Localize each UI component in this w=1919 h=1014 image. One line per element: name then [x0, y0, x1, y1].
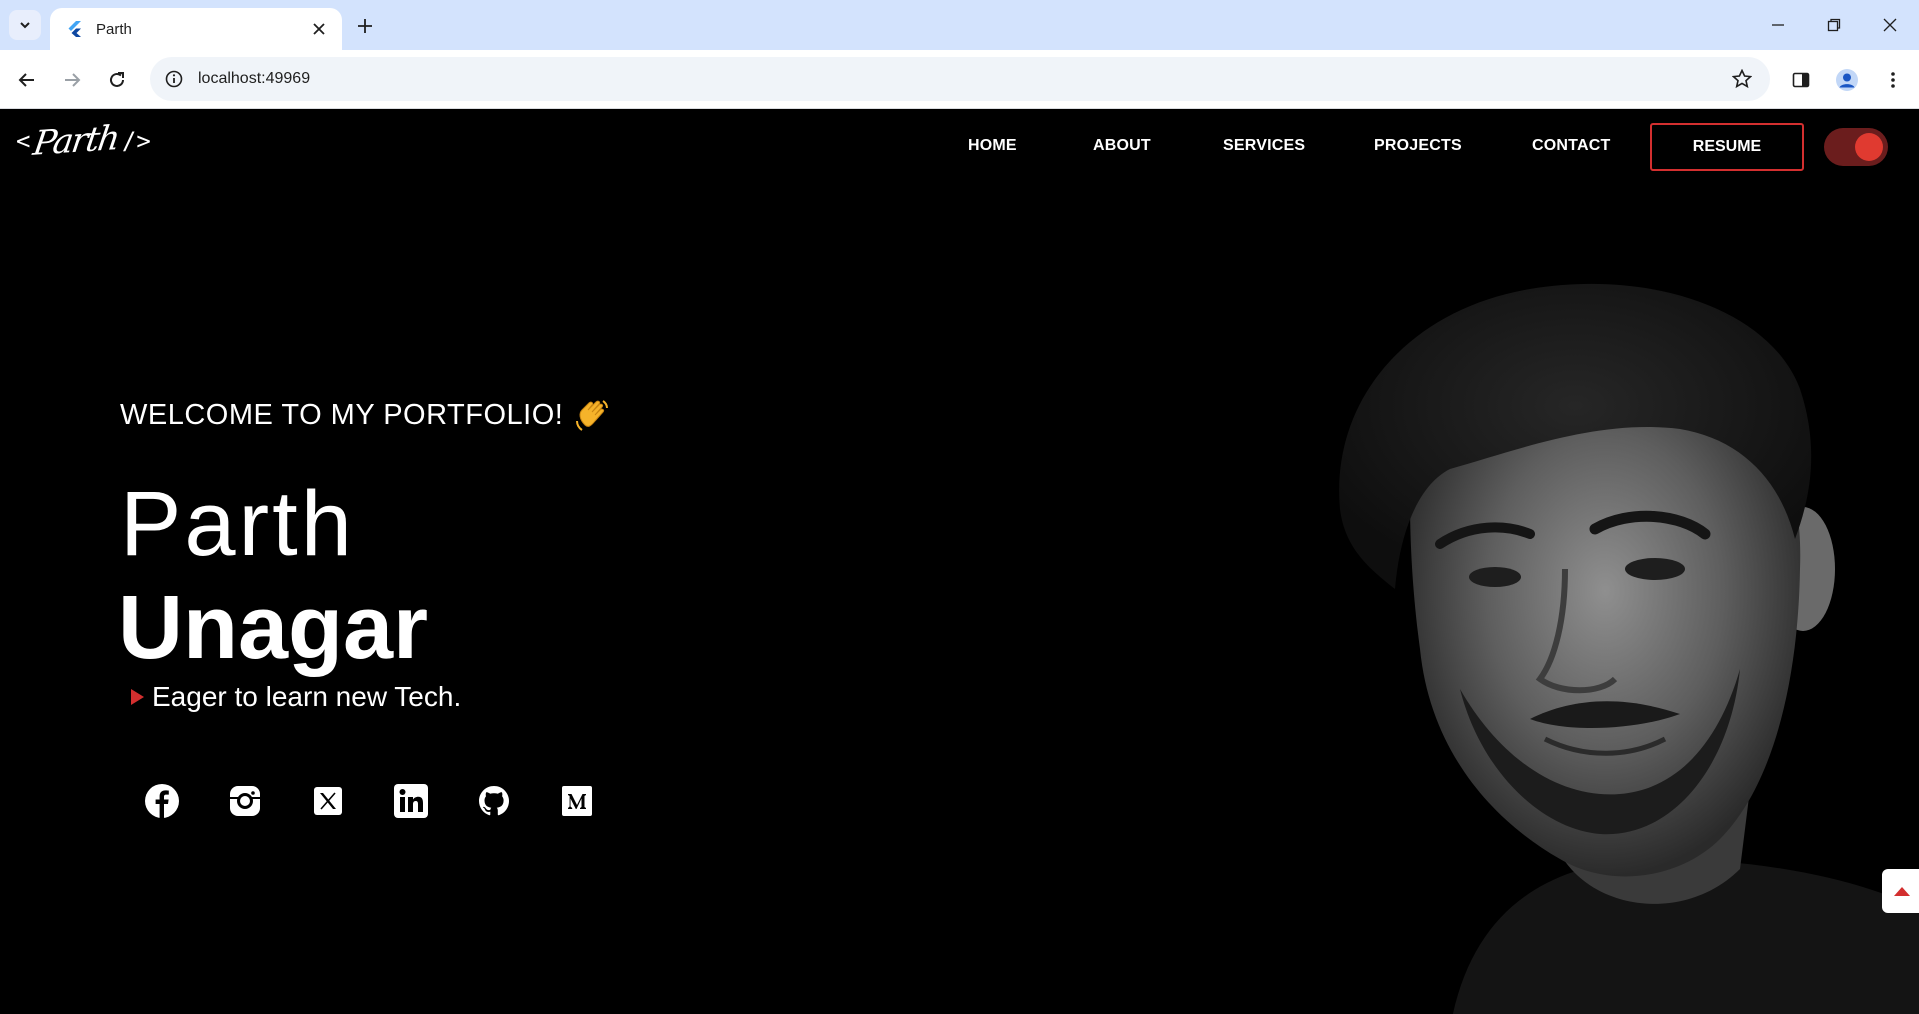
avatar-icon [1836, 69, 1858, 91]
browser-toolbar: localhost:49969 [0, 50, 1919, 109]
waving-hand-icon [576, 400, 609, 431]
tab-title: Parth [96, 20, 132, 38]
reload-icon [110, 72, 124, 87]
profile-button[interactable] [1830, 63, 1864, 97]
browser-menu-button[interactable] [1876, 63, 1910, 97]
side-panel-icon [1792, 72, 1810, 88]
minimize-icon [1772, 24, 1784, 26]
caret-up-icon [1894, 887, 1910, 896]
plus-icon [358, 19, 372, 33]
scroll-to-top-button[interactable] [1882, 869, 1919, 913]
portfolio-page: < Parth /> HOME ABOUT SERVICES PROJECTS … [0, 109, 1919, 1014]
tab-search-button[interactable] [9, 10, 41, 40]
back-button[interactable] [10, 63, 44, 97]
logo-open-bracket: < [16, 127, 31, 155]
welcome-heading: WELCOME TO MY PORTFOLIO! [120, 395, 613, 435]
minimize-button[interactable] [1750, 0, 1806, 50]
theme-toggle[interactable] [1824, 128, 1888, 166]
medium-icon [562, 786, 592, 816]
kebab-menu-icon [1891, 72, 1895, 88]
medium-link[interactable] [557, 781, 597, 821]
close-icon [313, 23, 325, 35]
restore-button[interactable] [1806, 0, 1862, 50]
github-icon [479, 786, 509, 816]
side-panel-button[interactable] [1784, 63, 1818, 97]
bookmark-star-icon[interactable] [1728, 65, 1756, 93]
profile-photo [1339, 283, 1919, 1014]
reload-button[interactable] [100, 63, 134, 97]
tab-close-button[interactable] [306, 16, 332, 42]
welcome-text: WELCOME TO MY PORTFOLIO! [120, 398, 564, 431]
instagram-icon [230, 786, 260, 816]
nav-home[interactable]: HOME [968, 137, 1017, 155]
hero-tagline: Eager to learn new Tech. [128, 681, 461, 713]
linkedin-icon [394, 784, 428, 818]
close-window-button[interactable] [1862, 0, 1918, 50]
x-twitter-icon [314, 787, 342, 815]
toggle-knob [1855, 133, 1883, 161]
url-text: localhost:49969 [198, 70, 311, 87]
logo-signature: Parth [31, 118, 122, 164]
close-icon [1883, 18, 1897, 32]
github-link[interactable] [474, 781, 514, 821]
nav-contact[interactable]: CONTACT [1532, 137, 1610, 155]
restore-icon [1827, 18, 1841, 32]
site-info-icon[interactable] [162, 67, 186, 91]
nav-services[interactable]: SERVICES [1223, 137, 1305, 155]
nav-about[interactable]: ABOUT [1093, 137, 1151, 155]
browser-chrome: Parth localhost:49969 [0, 0, 1919, 109]
hero-first-name: Parth [120, 473, 355, 575]
x-twitter-link[interactable] [308, 781, 348, 821]
facebook-link[interactable] [142, 781, 182, 821]
linkedin-link[interactable] [391, 781, 431, 821]
tab-strip: Parth [0, 0, 1919, 50]
arrow-right-icon [65, 73, 81, 87]
arrow-left-icon [18, 73, 34, 87]
hero-last-name: Unagar [118, 578, 429, 678]
flutter-favicon-icon [66, 21, 82, 37]
play-triangle-icon [131, 689, 144, 705]
tagline-text: Eager to learn new Tech. [152, 681, 462, 712]
nav-projects[interactable]: PROJECTS [1374, 137, 1462, 155]
new-tab-button[interactable] [350, 11, 380, 41]
resume-button[interactable]: RESUME [1650, 123, 1804, 171]
site-logo[interactable]: < Parth /> [16, 118, 151, 164]
social-links [142, 781, 640, 821]
chevron-down-icon [20, 22, 30, 29]
facebook-icon [145, 784, 179, 818]
instagram-link[interactable] [225, 781, 265, 821]
logo-close-bracket: /> [121, 127, 151, 155]
forward-button[interactable] [55, 63, 89, 97]
browser-tab[interactable]: Parth [50, 8, 342, 50]
address-bar[interactable]: localhost:49969 [150, 57, 1770, 101]
